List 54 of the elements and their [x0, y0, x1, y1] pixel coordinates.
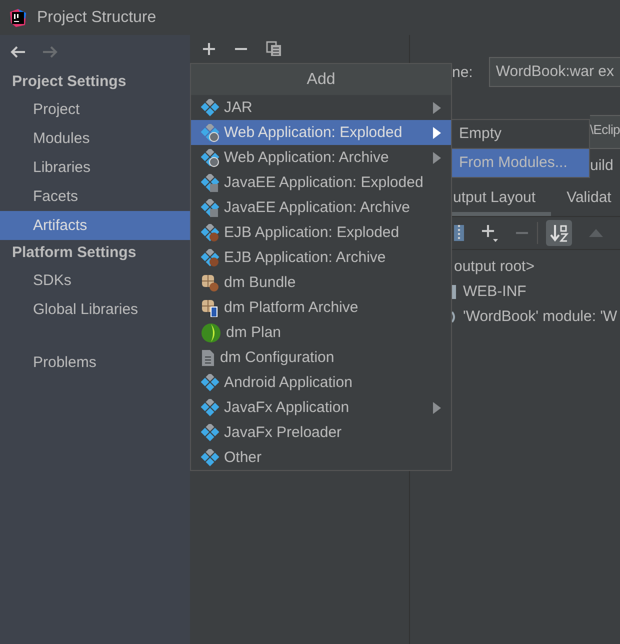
sidebar-section-title: Platform Settings	[11, 243, 138, 263]
bundle-bottle-icon	[201, 298, 219, 316]
window-title: Project Structure	[37, 8, 156, 26]
copy-icon[interactable]	[266, 41, 282, 57]
menu-item[interactable]: Android Application	[191, 370, 451, 395]
archive-icon[interactable]	[453, 224, 465, 242]
menu-item[interactable]: dm Platform Archive	[191, 295, 451, 320]
tree-item[interactable]: output root>	[454, 258, 534, 275]
menu-item[interactable]: dm Bundle	[191, 270, 451, 295]
menu-item[interactable]: Empty	[452, 120, 589, 148]
sort-icon[interactable]	[546, 220, 572, 246]
diamond-icon	[201, 398, 219, 416]
diamond-icon	[201, 448, 219, 466]
sidebar-item[interactable]: Artifacts	[0, 211, 190, 240]
sidebar-item[interactable]: SDKs	[0, 266, 190, 295]
add-icon[interactable]	[481, 224, 499, 242]
menu-item[interactable]: Web Application: Archive	[191, 145, 451, 170]
menu-item[interactable]: JavaFx Application	[191, 395, 451, 420]
menu-item[interactable]: Other	[191, 445, 451, 470]
diamond-icon	[201, 424, 219, 442]
name-field[interactable]: WordBook:war ex	[488, 57, 620, 87]
menu-item[interactable]: JAR	[191, 95, 451, 120]
tab[interactable]: Validat	[550, 184, 620, 216]
sidebar-section-title: Project Settings	[11, 72, 128, 92]
tree-item[interactable]: 'WordBook' module: 'W	[463, 308, 618, 325]
menu-item[interactable]: dm Configuration	[191, 345, 451, 370]
build-label: uild	[590, 156, 614, 174]
document-icon	[201, 348, 215, 366]
sidebar-item[interactable]: Project	[0, 95, 190, 124]
bundle-icon	[201, 274, 219, 292]
sidebar-item[interactable]: Problems	[0, 348, 190, 377]
menu-item[interactable]: EJB Application: Archive	[191, 245, 451, 270]
sidebar-item[interactable]: Global Libraries	[0, 295, 190, 324]
sidebar-item[interactable]: Facets	[0, 182, 190, 211]
output-directory-field[interactable]: \Eclip	[590, 115, 620, 149]
menu-item[interactable]: Web Application: Exploded	[191, 120, 451, 145]
menu-title: Add	[191, 64, 451, 95]
sphere-icon	[201, 322, 221, 342]
tree-item[interactable]: WEB-INF	[463, 283, 526, 300]
menu-item[interactable]: JavaFx Preloader	[191, 420, 451, 445]
add-icon[interactable]	[202, 42, 216, 56]
menu-item[interactable]: dm Plan	[191, 320, 451, 345]
diamond-globe-icon	[201, 148, 219, 166]
name-label: ne:	[452, 64, 473, 80]
menu-item[interactable]: EJB Application: Exploded	[191, 220, 451, 245]
back-arrow-icon[interactable]	[10, 45, 26, 59]
sidebar-item[interactable]: Modules	[0, 124, 190, 153]
app-logo-icon	[8, 8, 28, 28]
diamond-icon	[201, 374, 219, 392]
diamond-box-icon	[201, 174, 219, 192]
sidebar-item[interactable]: Libraries	[0, 153, 190, 182]
diamond-box-icon	[201, 198, 219, 216]
diamond-icon	[201, 98, 219, 116]
diamond-globe-icon	[201, 124, 219, 142]
